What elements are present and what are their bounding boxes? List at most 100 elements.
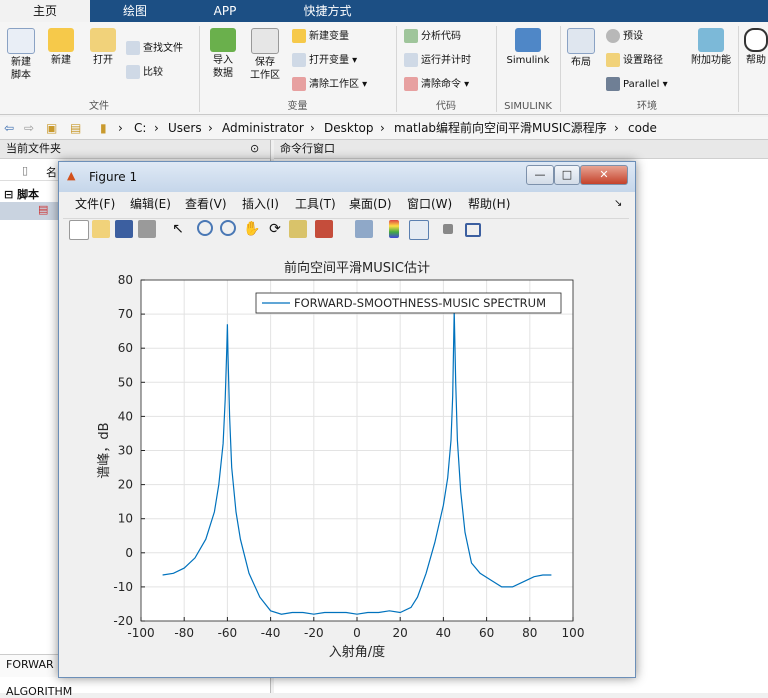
brush-icon[interactable]	[315, 220, 333, 238]
menu-insert[interactable]: 插入(I)	[242, 196, 279, 212]
legend-icon[interactable]	[409, 220, 429, 240]
simulink-button[interactable]: Simulink	[502, 28, 554, 67]
save-workspace-button[interactable]: 保存 工作区	[246, 28, 284, 82]
menu-help[interactable]: 帮助(H)	[468, 196, 510, 212]
script-section-header[interactable]: ⊟ 脚本	[4, 186, 39, 202]
current-folder-title: 当前文件夹 ⊙	[0, 140, 270, 159]
column-name-header[interactable]: 名	[46, 164, 57, 180]
breadcrumb-item[interactable]: Desktop	[324, 120, 374, 136]
chart-title: 前向空间平滑MUSIC估计	[284, 260, 430, 276]
list-item[interactable]: ▤	[0, 202, 60, 220]
menu-file[interactable]: 文件(F)	[75, 196, 115, 212]
maximize-button[interactable]: □	[554, 165, 580, 185]
new-script-button[interactable]: 新建 脚本	[4, 28, 38, 82]
y-tick-label: 60	[118, 341, 133, 355]
pointer-icon[interactable]: ↖	[169, 220, 187, 238]
script-file-icon: ▤	[38, 203, 49, 216]
addons-icon	[698, 28, 724, 52]
tab-home[interactable]: 主页	[0, 0, 90, 22]
hide-plot-tools-icon[interactable]	[443, 224, 453, 234]
minimize-button[interactable]: —	[526, 165, 554, 185]
clear-workspace-button[interactable]: 清除工作区 ▾	[292, 76, 367, 94]
forward-arrow-icon[interactable]: ⇨	[24, 120, 34, 136]
close-button[interactable]: ✕	[580, 165, 628, 185]
figure-title: Figure 1	[89, 170, 138, 184]
save-workspace-icon	[251, 28, 279, 54]
find-files-icon	[126, 41, 140, 55]
dock-arrow-icon[interactable]: ↘	[614, 196, 622, 212]
clear-commands-button[interactable]: 清除命令 ▾	[404, 76, 469, 94]
find-files-button[interactable]: 查找文件	[126, 40, 183, 58]
new-figure-icon[interactable]	[69, 220, 89, 240]
y-tick-label: -10	[113, 580, 133, 594]
data-cursor-icon[interactable]	[289, 220, 307, 238]
back-arrow-icon[interactable]: ⇦	[4, 120, 14, 136]
figure-title-bar[interactable]: ▲ Figure 1 — □ ✕	[59, 162, 635, 192]
help-button[interactable]: 帮助	[744, 28, 768, 67]
x-tick-label: 20	[393, 626, 408, 640]
help-icon	[744, 28, 768, 52]
clear-workspace-icon	[292, 77, 306, 91]
up-folder-icon[interactable]: ▣	[46, 120, 57, 136]
new-button[interactable]: 新建	[44, 28, 78, 67]
new-script-icon	[7, 28, 35, 54]
breadcrumb-chevron: ›	[208, 121, 213, 135]
colorbar-icon[interactable]	[389, 220, 399, 238]
x-tick-label: -100	[127, 626, 154, 640]
rotate-3d-icon[interactable]: ⟳	[266, 220, 284, 238]
analyze-code-button[interactable]: 分析代码	[404, 28, 461, 46]
menu-window[interactable]: 窗口(W)	[407, 196, 452, 212]
folder-icon: ▮	[100, 121, 107, 135]
parallel-button[interactable]: Parallel ▾	[606, 76, 668, 94]
menu-view[interactable]: 查看(V)	[185, 196, 227, 212]
x-tick-label: -40	[261, 626, 281, 640]
open-button[interactable]: 打开	[86, 28, 120, 67]
addons-button[interactable]: 附加功能	[688, 28, 734, 67]
breadcrumb-item[interactable]: Users	[168, 120, 202, 136]
group-label-variable: 变量	[287, 101, 308, 112]
browse-folder-icon[interactable]: ▤	[70, 120, 81, 136]
details-filename: FORWAR	[6, 658, 54, 671]
zoom-out-icon[interactable]	[220, 220, 236, 236]
y-tick-label: -20	[113, 614, 133, 628]
layout-button[interactable]: 布局	[566, 28, 596, 69]
open-variable-button[interactable]: 打开变量 ▾	[292, 52, 357, 70]
group-label-environment: 环境	[637, 101, 657, 112]
pan-hand-icon[interactable]: ✋	[243, 220, 261, 238]
compare-button[interactable]: 比较	[126, 64, 163, 82]
breadcrumb-chevron: ›	[118, 121, 123, 135]
import-data-button[interactable]: 导入 数据	[206, 28, 240, 80]
tab-apps[interactable]: APP	[180, 0, 270, 22]
breadcrumb-item[interactable]: Administrator	[222, 120, 304, 136]
preferences-button[interactable]: 预设	[606, 28, 643, 46]
zoom-in-icon[interactable]	[197, 220, 213, 236]
panel-menu-icon[interactable]: ⊙	[250, 140, 259, 158]
menu-desktop[interactable]: 桌面(D)	[349, 196, 392, 212]
breadcrumb-item[interactable]: matlab编程前向空间平滑MUSIC源程序	[394, 120, 607, 136]
breadcrumb-item[interactable]: code	[628, 120, 657, 136]
plot-canvas[interactable]: -100 -80 -60 -40 -20 0 20 40 60 80 100-20-10010203…	[68, 248, 626, 668]
simulink-icon	[515, 28, 541, 52]
open-file-icon[interactable]	[92, 220, 110, 238]
print-icon[interactable]	[138, 220, 156, 238]
y-tick-label: 30	[118, 444, 133, 458]
clear-commands-icon	[404, 77, 418, 91]
tab-shortcuts[interactable]: 快捷方式	[270, 0, 385, 22]
show-plot-tools-icon[interactable]	[465, 223, 481, 237]
command-window-title: 命令行窗口	[274, 140, 768, 159]
menu-edit[interactable]: 编辑(E)	[130, 196, 171, 212]
set-path-button[interactable]: 设置路径	[606, 52, 663, 70]
breadcrumb-item[interactable]: C:	[134, 120, 146, 136]
analyze-code-icon	[404, 29, 418, 43]
menu-tools[interactable]: 工具(T)	[295, 196, 336, 212]
y-tick-label: 80	[118, 273, 133, 287]
run-and-time-button[interactable]: 运行并计时	[404, 52, 471, 70]
address-bar: ⇦ ⇨ ▣ ▤ ▮ › C: › Users › Administrator ›…	[0, 117, 768, 140]
x-tick-label: -20	[304, 626, 324, 640]
tab-plots[interactable]: 绘图	[90, 0, 180, 22]
collapse-icon[interactable]: ⊟	[4, 188, 13, 201]
y-tick-label: 50	[118, 375, 133, 389]
new-variable-button[interactable]: 新建变量	[292, 28, 349, 46]
link-plot-icon[interactable]	[355, 220, 373, 238]
save-icon[interactable]	[115, 220, 133, 238]
